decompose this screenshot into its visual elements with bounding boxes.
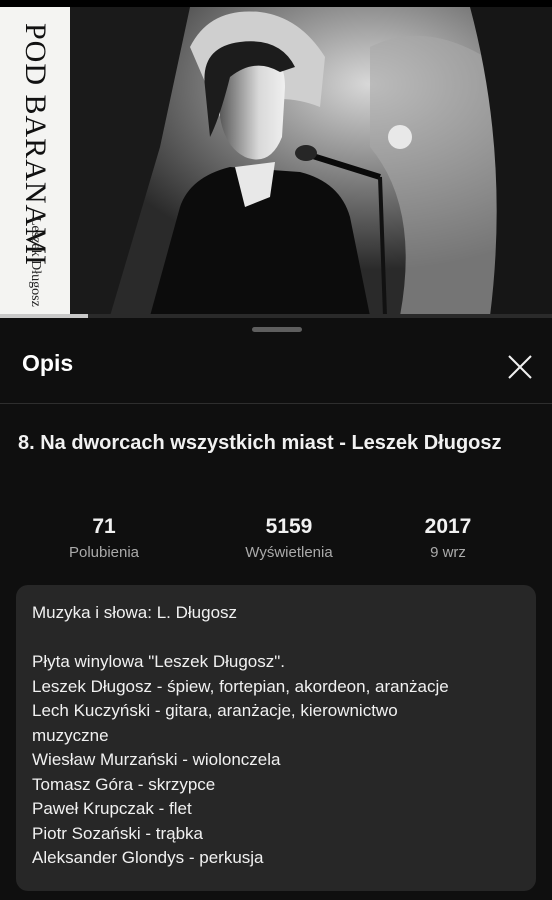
description-line: Tomasz Góra - skrzypce xyxy=(32,774,216,794)
description-line: Piotr Sozański - trąbka xyxy=(32,823,204,843)
description-line: Paweł Krupczak - flet xyxy=(32,799,192,818)
description-line: Aleksander Glondys - perkusja xyxy=(32,848,264,867)
description-line: Leszek Długosz - śpiew, fortepian, akord… xyxy=(32,676,449,696)
publish-year: 2017 xyxy=(424,515,472,538)
views-label: Wyświetlenia xyxy=(245,544,333,561)
description-line: muzyczne xyxy=(32,725,109,745)
likes-count: 71 xyxy=(92,515,116,538)
date-stat: 2017 9 wrz xyxy=(368,514,528,561)
sheet-title: Opis xyxy=(22,350,74,376)
description-sheet: Opis 8. Na dworcach wszystkich miast - L… xyxy=(0,318,552,900)
description-line: Muzyka i słowa: L. Długosz xyxy=(32,603,238,622)
likes-stat: 71 Polubienia xyxy=(24,514,184,561)
video-title: 8. Na dworcach wszystkich miast - Leszek… xyxy=(18,432,502,454)
drag-handle[interactable] xyxy=(252,327,302,332)
album-spine-author: Leszek Długosz xyxy=(28,217,43,307)
description-blank-line xyxy=(32,626,520,651)
video-thumbnail-photo xyxy=(70,7,552,316)
close-icon xyxy=(508,355,532,379)
description-line: Lech Kuczyński - gitara, aranżacje, kier… xyxy=(32,701,398,720)
description-line: Płyta winylowa "Leszek Długosz". xyxy=(32,652,286,671)
video-stats: 71 Polubienia 5159 Wyświetlenia 2017 9 w… xyxy=(18,514,534,566)
status-strip xyxy=(0,0,552,7)
header-divider xyxy=(0,403,552,404)
likes-label: Polubienia xyxy=(68,544,140,561)
album-cover-spine: POD BARANAMI Leszek Długosz xyxy=(0,7,71,316)
close-button[interactable] xyxy=(500,347,540,387)
video-player[interactable]: POD BARANAMI Leszek Długosz xyxy=(0,0,552,318)
views-stat: 5159 Wyświetlenia xyxy=(209,514,369,561)
description-box[interactable]: Muzyka i słowa: L. Długosz Płyta winylow… xyxy=(16,585,536,891)
views-count: 5159 xyxy=(265,515,313,538)
description-line: Wiesław Murzański - wiolonczela xyxy=(32,750,281,769)
publish-date: 9 wrz xyxy=(430,544,466,561)
